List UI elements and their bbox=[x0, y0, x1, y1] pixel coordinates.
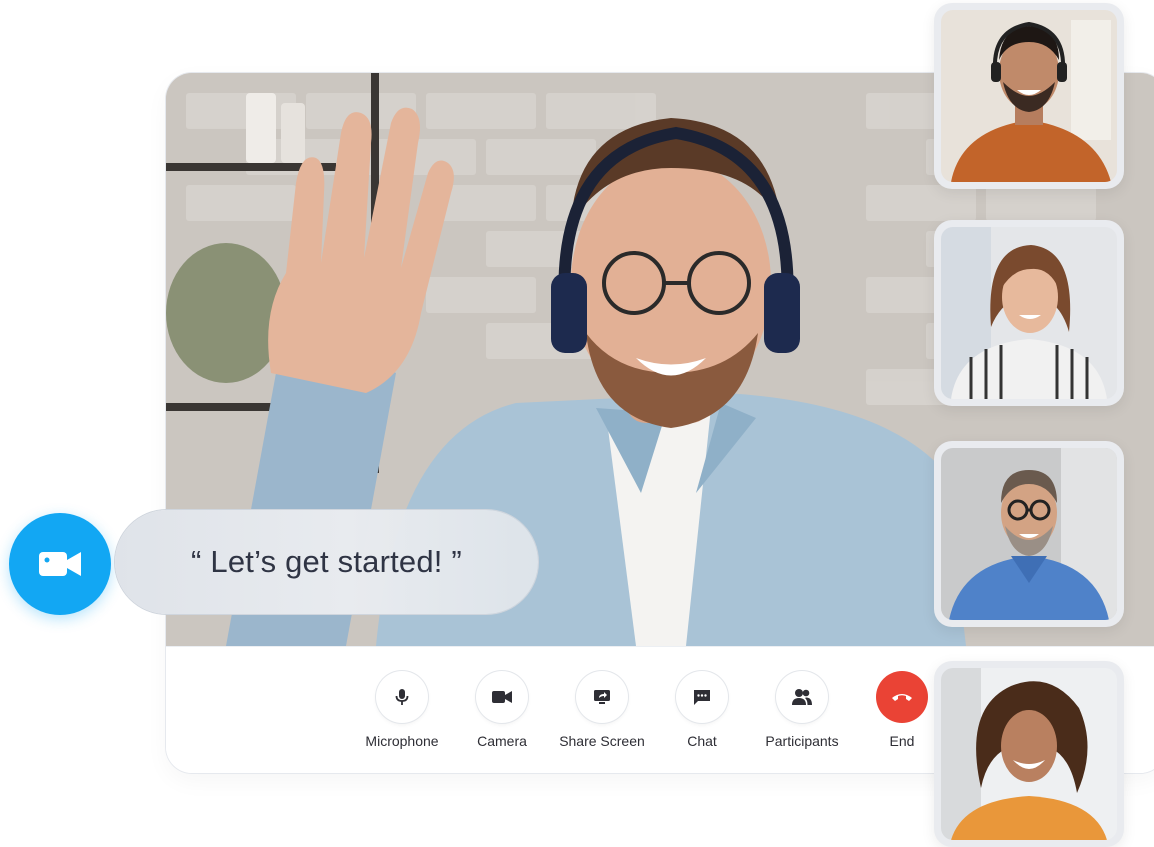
caption-text: “ Let’s get started! ” bbox=[191, 544, 462, 579]
participant-tile-1[interactable] bbox=[934, 3, 1124, 189]
video-call-badge bbox=[9, 513, 111, 615]
participants-icon bbox=[776, 671, 828, 723]
caption-bubble: “ Let’s get started! ” bbox=[115, 510, 538, 614]
participant-tile-3[interactable] bbox=[934, 441, 1124, 627]
participant-video-2 bbox=[941, 227, 1117, 399]
camera-button[interactable]: Camera bbox=[447, 671, 557, 749]
chat-icon bbox=[676, 671, 728, 723]
participants-label: Participants bbox=[765, 733, 839, 749]
microphone-button[interactable]: Microphone bbox=[347, 671, 457, 749]
participant-video-4 bbox=[941, 668, 1117, 840]
participant-tile-4[interactable] bbox=[934, 661, 1124, 847]
participant-video-3 bbox=[941, 448, 1117, 620]
chat-label: Chat bbox=[687, 733, 717, 749]
participant-video-1 bbox=[941, 10, 1117, 182]
share-screen-button[interactable]: Share Screen bbox=[547, 671, 657, 749]
share-screen-label: Share Screen bbox=[559, 733, 645, 749]
participants-button[interactable]: Participants bbox=[747, 671, 857, 749]
chat-button[interactable]: Chat bbox=[647, 671, 757, 749]
camera-label: Camera bbox=[477, 733, 527, 749]
share-screen-icon bbox=[576, 671, 628, 723]
camera-icon bbox=[476, 671, 528, 723]
video-camera-icon bbox=[39, 552, 81, 576]
microphone-icon bbox=[376, 671, 428, 723]
microphone-label: Microphone bbox=[365, 733, 439, 749]
end-call-icon bbox=[876, 671, 928, 723]
participant-tile-2[interactable] bbox=[934, 220, 1124, 406]
